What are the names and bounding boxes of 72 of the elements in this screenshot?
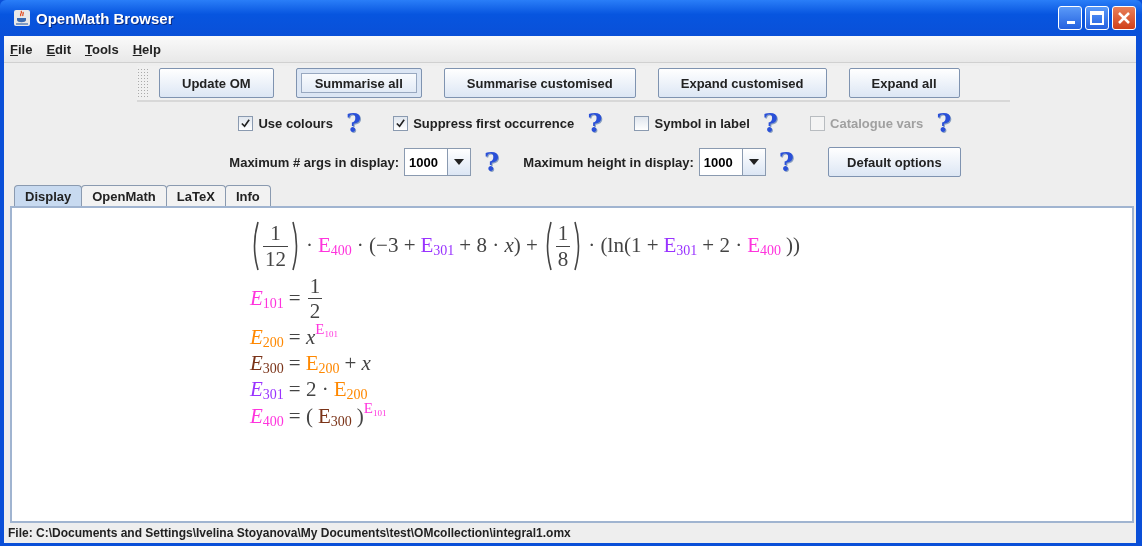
math-text: = ( <box>288 404 313 428</box>
cup-icon <box>14 10 30 26</box>
math-symbol: E$_{200}$ <box>333 378 368 402</box>
checkbox[interactable] <box>238 115 254 131</box>
checkbox-label[interactable]: Use colours <box>258 115 333 131</box>
math-symbol: E$_{300}$ <box>317 404 352 428</box>
tab[interactable]: LaTeX <box>165 185 226 206</box>
math-symbol: E$_{101}$ <box>250 287 284 311</box>
menu-item[interactable]: Edit <box>46 41 71 57</box>
maximize-button[interactable] <box>1085 6 1109 30</box>
math-text: = 2 · <box>288 378 329 402</box>
caret-icon <box>454 159 465 165</box>
denominator: 2 <box>307 298 323 324</box>
math-symbol: E$_{400}$ <box>250 404 284 428</box>
math-text: + 8 · x) + <box>459 234 538 258</box>
exponent: E$_{101}$ <box>363 400 387 416</box>
numerator: 1 <box>270 221 281 246</box>
toolbar-button[interactable]: Summarise all <box>295 68 422 98</box>
window-title: OpenMath Browser <box>36 9 175 27</box>
menu-item[interactable]: Help <box>132 41 161 57</box>
math-text: · <box>306 234 313 258</box>
math-symbol: E$_{400}$ <box>318 234 352 258</box>
math-text: ) <box>356 404 364 428</box>
minimize-button[interactable] <box>1058 6 1082 30</box>
math-symbol: E$_{200}$ <box>305 352 340 376</box>
maximize-icon <box>1087 8 1107 28</box>
checkbox-label[interactable]: Suppress first occurrence <box>413 115 575 131</box>
help-button[interactable]: ? <box>345 110 362 136</box>
exponent: E$_{101}$ <box>315 322 338 338</box>
math-text: = <box>288 287 301 311</box>
caret-icon <box>748 159 759 165</box>
toolbar-button[interactable]: Expand all <box>848 68 960 98</box>
math-symbol: E$_{301}$ <box>663 234 698 258</box>
toolbar-button[interactable]: Update OM <box>159 68 274 98</box>
math-symbol: E$_{301}$ <box>250 378 284 402</box>
tab[interactable]: OpenMath <box>81 185 167 206</box>
tab[interactable]: Display <box>14 185 83 206</box>
math-text: = <box>288 352 301 376</box>
denominator: 12 <box>263 245 288 271</box>
toolbar-button[interactable]: Summarise customised <box>443 68 636 98</box>
help-button[interactable]: ? <box>778 149 795 175</box>
menu-item[interactable]: Tools <box>85 41 119 57</box>
toolbar-button[interactable]: Expand customised <box>657 68 827 98</box>
numerator: 1 <box>309 274 321 299</box>
file-path-text: File: C:\Documents and Settings\Ivelina Stoyanova\My Documents\test\OMcollection\integral1.omx <box>8 526 571 540</box>
close-button[interactable] <box>1112 6 1136 30</box>
checkbox[interactable] <box>634 115 650 131</box>
math-symbol: E$_{300}$ <box>250 352 284 376</box>
help-button[interactable]: ? <box>587 110 603 136</box>
numerator: 1 <box>557 221 569 246</box>
math-text: + 2 · <box>702 234 743 258</box>
math-symbol: E$_{400}$ <box>747 234 782 258</box>
math-symbol: E$_{301}$ <box>420 234 455 258</box>
field-label: Maximum # args in display: <box>229 154 400 170</box>
checkbox-label[interactable]: Symbol in label <box>654 115 750 131</box>
math-symbol: E$_{200}$ <box>250 326 284 350</box>
field-label: Maximum height in display: <box>523 154 694 170</box>
math-text: )) <box>786 234 801 258</box>
minimize-icon <box>1066 20 1075 24</box>
math-text: + x <box>344 352 371 376</box>
default-options-button[interactable]: Default options <box>828 147 961 177</box>
number-dropdown[interactable]: 1000 <box>404 148 472 176</box>
checkbox[interactable] <box>393 115 409 131</box>
math-text: · (−3 + <box>356 234 416 258</box>
help-button[interactable]: ? <box>484 149 500 175</box>
tab[interactable]: Info <box>224 185 271 206</box>
number-dropdown[interactable]: 1000 <box>698 148 766 176</box>
help-button[interactable]: ? <box>762 110 779 136</box>
math-text: · (ln(1 + <box>588 234 659 258</box>
denominator: 8 <box>555 245 571 271</box>
menu-item[interactable]: File <box>10 41 33 57</box>
math-text: = x <box>288 326 316 350</box>
